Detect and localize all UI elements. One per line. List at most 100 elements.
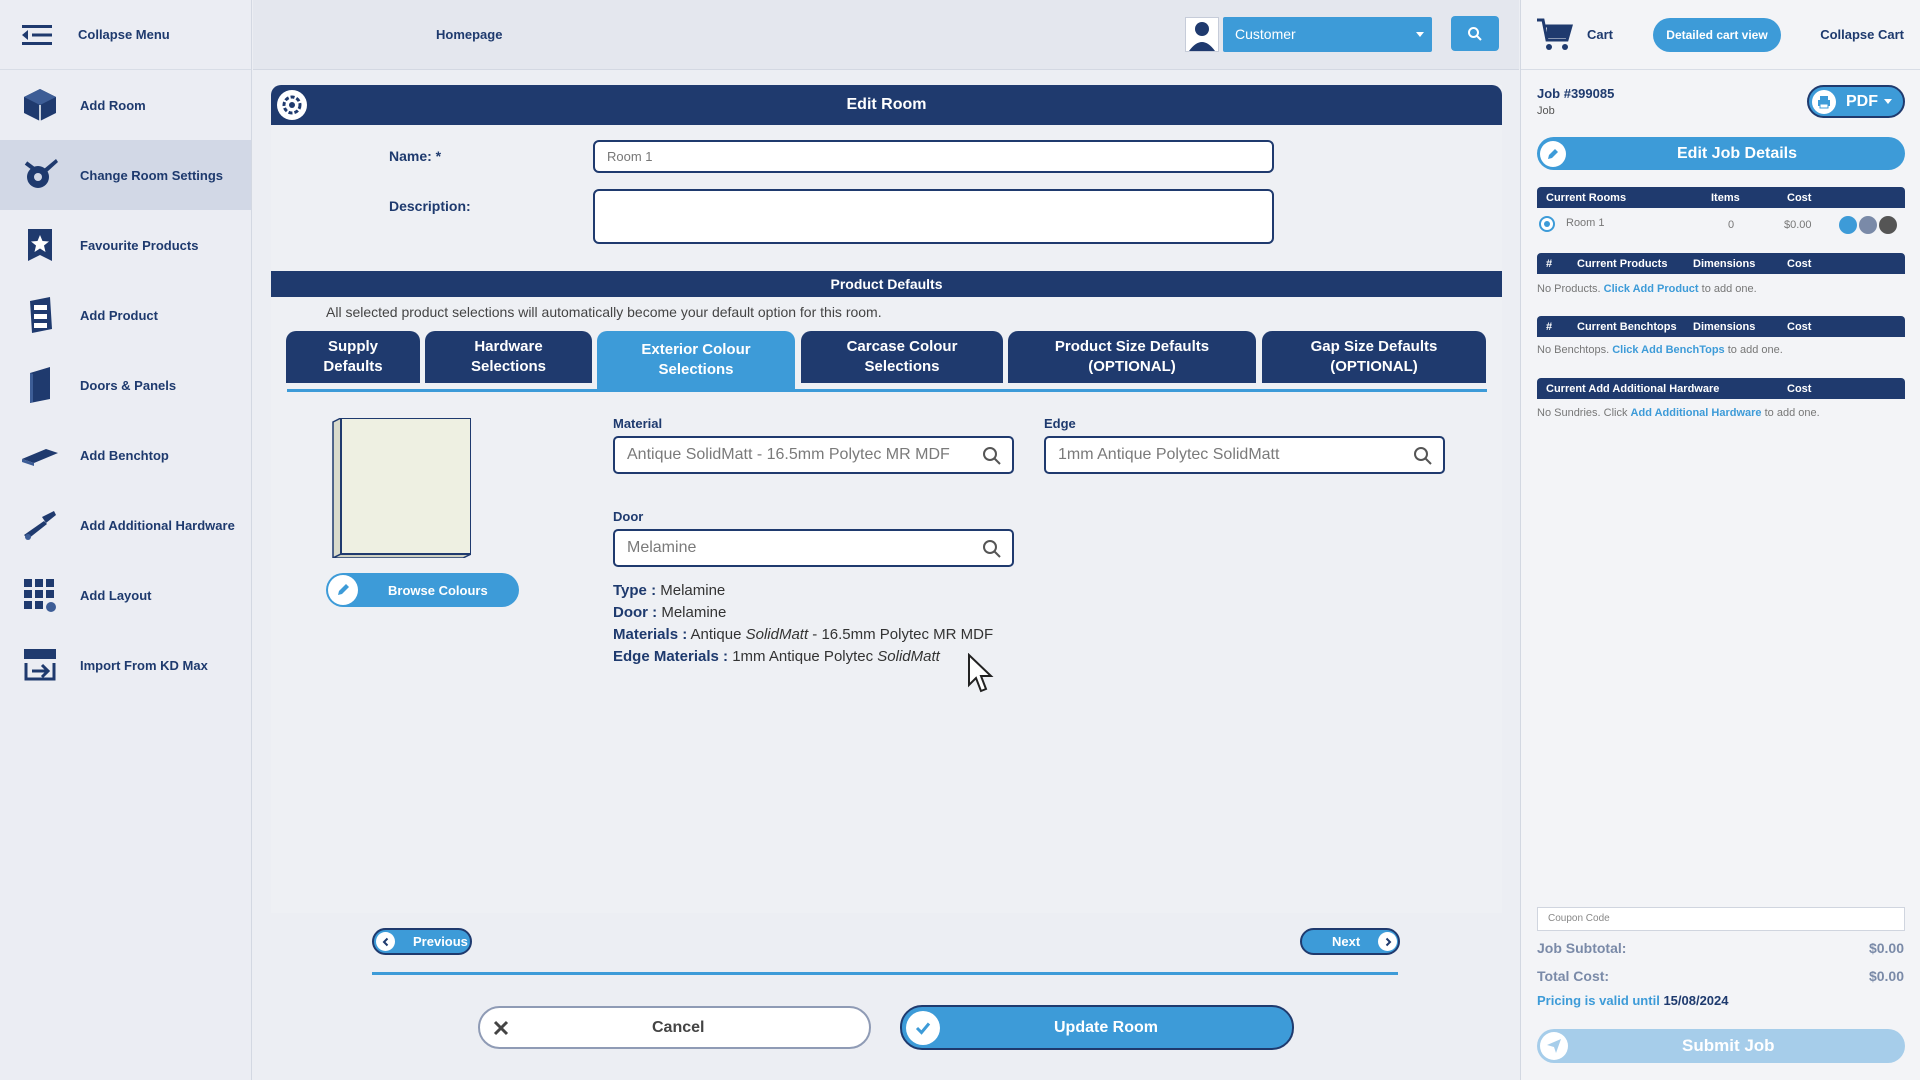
- empty-text: to add one.: [1761, 407, 1820, 419]
- sidebar-item-label: Favourite Products: [80, 237, 199, 253]
- room-cost: $0.00: [1784, 219, 1812, 231]
- tab-product-size-defaults[interactable]: Product Size Defaults (OPTIONAL): [1008, 331, 1256, 383]
- products-table-header: # Current Products Dimensions Cost: [1537, 253, 1905, 274]
- tab-hardware-selections[interactable]: Hardware Selections: [425, 331, 592, 383]
- empty-text: No Sundries. Click: [1537, 407, 1631, 419]
- collapse-cart-button[interactable]: Collapse Cart: [1820, 27, 1904, 42]
- sidebar: Collapse Menu Add Room Change Room Setti…: [0, 0, 252, 1080]
- homepage-link[interactable]: Homepage: [436, 27, 502, 42]
- tab-exterior-colour-selections[interactable]: Exterior Colour Selections: [597, 331, 795, 389]
- room-name: Room 1: [1566, 217, 1605, 229]
- sidebar-item-change-room-settings[interactable]: Change Room Settings: [0, 140, 251, 210]
- edit-job-details-button[interactable]: Edit Job Details: [1537, 137, 1905, 170]
- sidebar-item-add-additional-hardware[interactable]: Add Additional Hardware: [0, 490, 251, 560]
- sidebar-item-import-kd-max[interactable]: Import From KD Max: [0, 630, 251, 700]
- search-button[interactable]: [1451, 16, 1499, 51]
- search-icon[interactable]: [982, 539, 1002, 559]
- material-value: Antique SolidMatt - 16.5mm Polytec MR MD…: [627, 446, 950, 463]
- sidebar-item-label: Add Benchtop: [80, 447, 169, 463]
- sidebar-item-add-room[interactable]: Add Room: [0, 70, 251, 140]
- add-benchtops-link[interactable]: Click Add BenchTops: [1612, 344, 1724, 356]
- rooms-col-items: Items: [1711, 192, 1740, 204]
- door-search-input[interactable]: Melamine: [613, 529, 1014, 567]
- hardware-col-cost: Cost: [1787, 383, 1812, 395]
- tab-line1: Supply: [327, 338, 378, 355]
- cancel-label: Cancel: [652, 1018, 705, 1036]
- search-icon[interactable]: [1413, 446, 1433, 466]
- submit-job-button[interactable]: Submit Job: [1537, 1029, 1905, 1063]
- delete-room-icon[interactable]: [1879, 216, 1897, 234]
- cancel-button[interactable]: Cancel: [478, 1006, 871, 1049]
- sidebar-item-add-layout[interactable]: Add Layout: [0, 560, 251, 630]
- tab-line2: Selections: [864, 358, 940, 375]
- cart-label: Cart: [1587, 27, 1614, 42]
- pricing-valid-date: 15/08/2024: [1663, 993, 1729, 1008]
- close-icon: [484, 1011, 518, 1045]
- info-materials-b: SolidMatt: [745, 626, 809, 643]
- checkmark-icon: [906, 1010, 940, 1045]
- tab-carcase-colour-selections[interactable]: Carcase Colour Selections: [801, 331, 1003, 383]
- products-col-dimensions: Dimensions: [1693, 258, 1756, 270]
- pdf-button[interactable]: PDF: [1807, 85, 1905, 118]
- job-number: Job #399085: [1537, 86, 1615, 101]
- coupon-code-input[interactable]: Coupon Code: [1537, 907, 1905, 931]
- collapse-menu-label: Collapse Menu: [78, 27, 170, 42]
- chevron-down-icon: [1884, 99, 1892, 104]
- customer-select[interactable]: Customer: [1223, 17, 1432, 52]
- update-room-button[interactable]: Update Room: [900, 1005, 1294, 1050]
- edge-search-input[interactable]: 1mm Antique Polytec SolidMatt: [1044, 436, 1445, 474]
- add-hardware-link[interactable]: Add Additional Hardware: [1631, 407, 1762, 419]
- add-product-link[interactable]: Click Add Product: [1604, 283, 1699, 295]
- total-label: Total Cost:: [1537, 968, 1610, 984]
- info-type-value: Melamine: [660, 582, 726, 599]
- settings-icon: [20, 155, 60, 195]
- detailed-cart-view-button[interactable]: Detailed cart view: [1653, 18, 1781, 52]
- table-row[interactable]: Room 1 0 $0.00: [1537, 215, 1905, 235]
- info-edge-label: Edge Materials :: [613, 648, 729, 665]
- sidebar-item-label: Add Layout: [80, 587, 152, 603]
- sidebar-item-doors-panels[interactable]: Doors & Panels: [0, 350, 251, 420]
- tab-line1: Carcase Colour: [846, 338, 958, 355]
- tab-supply-defaults[interactable]: Supply Defaults: [286, 331, 420, 383]
- products-col-hash: #: [1546, 258, 1553, 270]
- next-label: Next: [1332, 934, 1361, 949]
- copy-room-icon[interactable]: [1859, 216, 1877, 234]
- edit-job-details-label: Edit Job Details: [1677, 144, 1798, 162]
- edit-room-icon[interactable]: [1839, 216, 1857, 234]
- sidebar-item-label: Add Additional Hardware: [80, 517, 235, 533]
- benchtops-col-hash: #: [1546, 321, 1553, 333]
- collapse-menu-button[interactable]: Collapse Menu: [0, 0, 251, 70]
- sidebar-item-favourite-products[interactable]: Favourite Products: [0, 210, 251, 280]
- product-defaults-note: All selected product selections will aut…: [326, 304, 882, 320]
- products-empty-message: No Products. Click Add Product to add on…: [1537, 283, 1757, 295]
- benchtops-col-name: Current Benchtops: [1577, 321, 1677, 333]
- sidebar-item-label: Import From KD Max: [80, 657, 208, 673]
- benchtops-empty-message: No Benchtops. Click Add BenchTops to add…: [1537, 344, 1783, 356]
- edit-room-panel: Edit Room Name: * Room 1 Description: Pr…: [271, 85, 1502, 975]
- sidebar-item-label: Doors & Panels: [80, 377, 177, 393]
- cart-panel: Cart Detailed cart view Collapse Cart Jo…: [1520, 0, 1920, 1080]
- tab-gap-size-defaults[interactable]: Gap Size Defaults (OPTIONAL): [1262, 331, 1486, 383]
- customer-avatar: [1185, 17, 1219, 52]
- previous-button[interactable]: Previous: [372, 928, 472, 955]
- subtotal-label: Job Subtotal:: [1537, 940, 1627, 956]
- product-defaults-header: Product Defaults: [271, 271, 1502, 297]
- sidebar-item-add-product[interactable]: Add Product: [0, 280, 251, 350]
- description-input[interactable]: [593, 189, 1274, 244]
- tab-line2: Defaults: [323, 358, 383, 375]
- room-radio[interactable]: [1539, 216, 1555, 232]
- tools-icon: [20, 505, 60, 545]
- products-col-name: Current Products: [1577, 258, 1668, 270]
- settings-icon: [277, 90, 307, 120]
- rooms-table-header: Current Rooms Items Cost: [1537, 187, 1905, 208]
- tab-underline: [287, 389, 1487, 392]
- empty-text: to add one.: [1724, 344, 1783, 356]
- hardware-table-header: Current Add Additional Hardware Cost: [1537, 378, 1905, 399]
- door-icon: [20, 365, 60, 405]
- search-icon[interactable]: [982, 446, 1002, 466]
- material-search-input[interactable]: Antique SolidMatt - 16.5mm Polytec MR MD…: [613, 436, 1014, 474]
- next-button[interactable]: Next: [1300, 928, 1400, 955]
- name-input[interactable]: Room 1: [593, 140, 1274, 173]
- sidebar-item-add-benchtop[interactable]: Add Benchtop: [0, 420, 251, 490]
- browse-colours-button[interactable]: Browse Colours: [326, 573, 519, 607]
